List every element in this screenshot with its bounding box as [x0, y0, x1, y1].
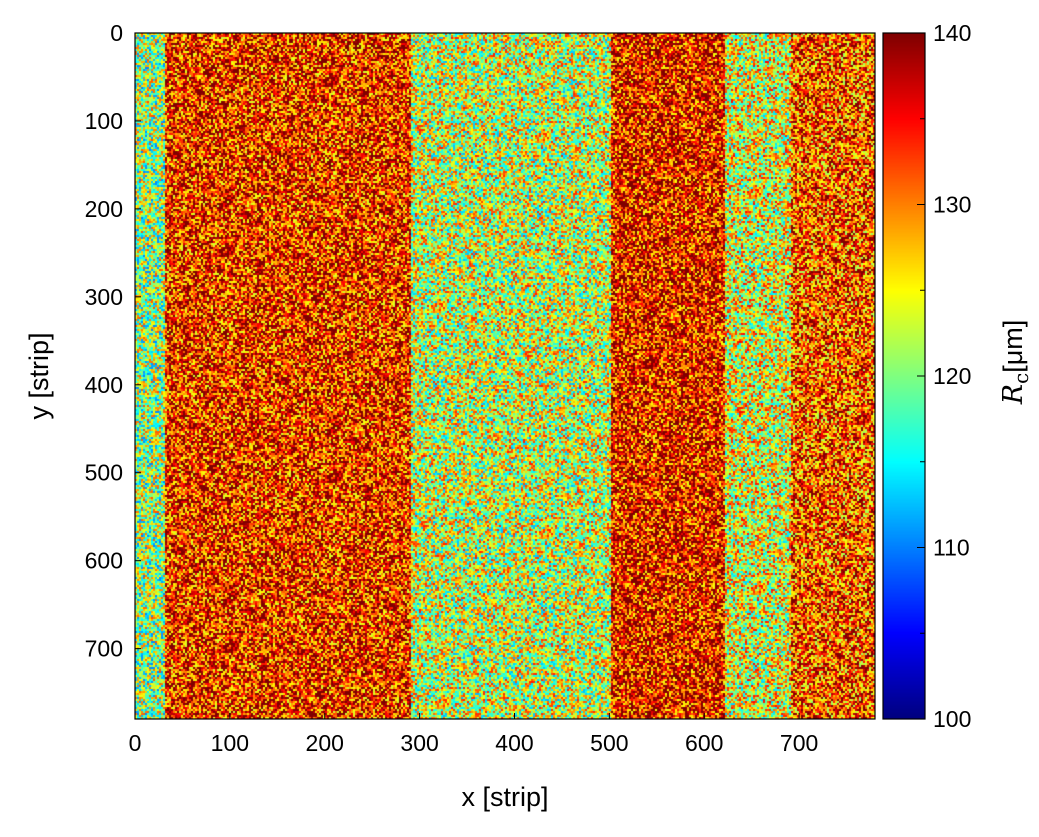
y-tick-label: 400 [85, 372, 123, 398]
y-axis-title: y [strip] [24, 332, 54, 419]
colorbar-tick-label: 140 [933, 20, 971, 46]
colorbar-tick-label: 120 [933, 363, 971, 389]
colorbar-title: Rc[μm] [998, 320, 1033, 406]
x-tick-label: 200 [306, 730, 344, 756]
x-tick-label: 0 [129, 730, 142, 756]
y-tick-label: 300 [85, 284, 123, 310]
plot-border [134, 32, 876, 720]
colorbar-tick-label: 100 [933, 706, 971, 732]
heatmap-chart: 0 100 200 300 400 500 600 700 0 100 200 300 400 500 6… [24, 20, 1033, 812]
x-tick-label: 500 [590, 730, 628, 756]
y-tick-label: 500 [85, 460, 123, 486]
colorbar-tick-label: 110 [933, 535, 970, 561]
y-tick-label: 700 [85, 636, 123, 662]
colorbar-tick-label: 130 [933, 192, 971, 218]
x-tick-label: 300 [400, 730, 438, 756]
colorbar-title-unit: [μm] [998, 320, 1028, 373]
y-tick-label: 200 [85, 196, 123, 222]
y-axis-ticks: 0 100 200 300 400 500 600 700 [85, 20, 141, 662]
plot-frame [134, 32, 926, 720]
y-tick-label: 100 [85, 108, 123, 134]
colorbar-title-subscript: c [1009, 373, 1033, 384]
x-axis-title: x [strip] [461, 782, 548, 812]
y-tick-label: 0 [110, 20, 123, 46]
x-tick-label: 400 [495, 730, 533, 756]
x-tick-label: 600 [685, 730, 723, 756]
x-tick-label: 100 [211, 730, 249, 756]
x-tick-label: 700 [780, 730, 818, 756]
y-tick-label: 600 [85, 548, 123, 574]
colorbar-title-symbol: R [998, 384, 1029, 405]
